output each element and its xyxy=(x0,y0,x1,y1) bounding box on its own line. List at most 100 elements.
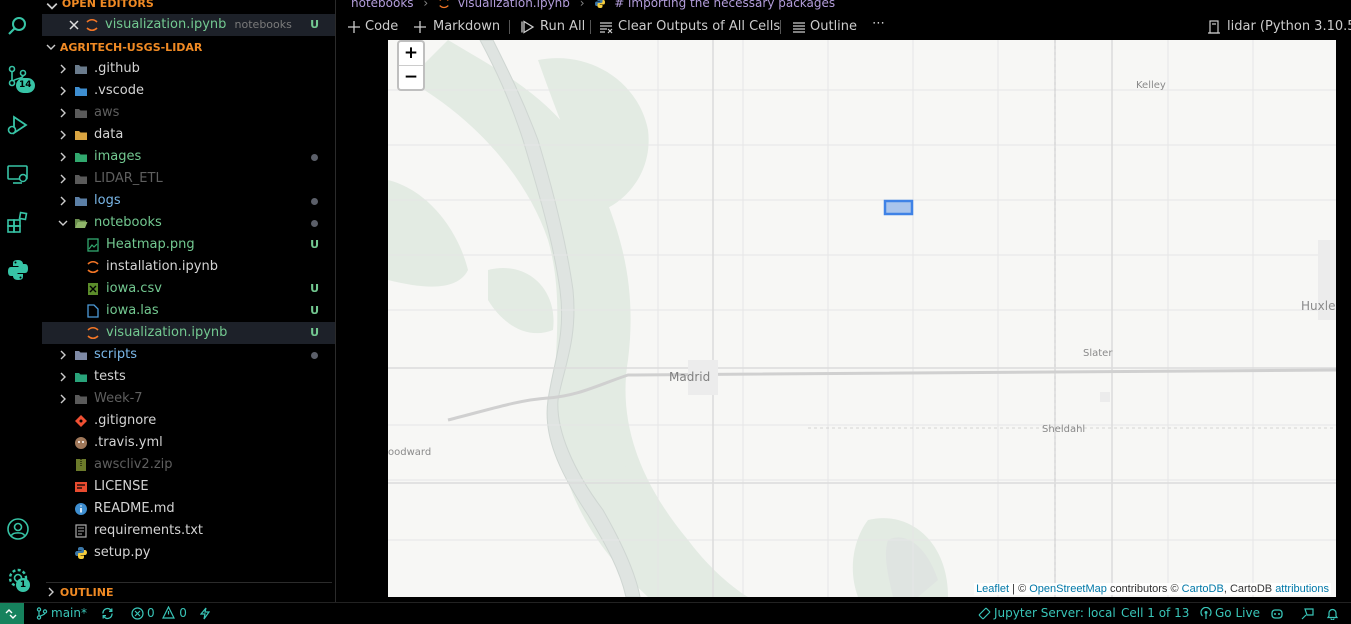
kernel-picker-button[interactable]: lidar (Python 3.10.5) xyxy=(1207,16,1351,38)
chevron-right-icon: › xyxy=(579,0,585,10)
more-actions-label: ⋯ xyxy=(872,16,885,31)
open-editor-item[interactable]: visualization.ipynb notebooks U xyxy=(42,14,335,36)
tree-item-label: .vscode xyxy=(94,83,144,98)
remote-indicator-button[interactable] xyxy=(0,603,24,624)
tree-file-item[interactable]: awscliv2.zip xyxy=(42,454,335,476)
tree-file-item[interactable]: visualization.ipynb U xyxy=(42,322,335,344)
open-editors-label: OPEN EDITORS xyxy=(61,0,154,10)
project-header[interactable]: AGRITECH-USGS-LIDAR xyxy=(46,38,202,58)
open-editors-header[interactable]: OPEN EDITORS xyxy=(46,0,154,14)
remote-explorer-icon[interactable] xyxy=(6,162,30,186)
zoom-out-button[interactable]: − xyxy=(399,66,423,90)
error-count: 0 xyxy=(147,606,155,620)
tree-file-item[interactable]: LICENSE xyxy=(42,476,335,498)
problems-button[interactable]: 0 0 xyxy=(131,603,187,624)
map-basemap xyxy=(388,40,1336,597)
sync-icon xyxy=(102,607,113,620)
cartodb-link[interactable]: CartoDB xyxy=(1182,583,1224,595)
clear-outputs-button[interactable]: Clear Outputs of All Cells xyxy=(599,16,780,38)
chevron-right-icon xyxy=(60,196,66,206)
extensions-icon[interactable] xyxy=(6,210,30,234)
tree-file-item[interactable]: README.md xyxy=(42,498,335,520)
folder-icon xyxy=(75,153,87,162)
add-markdown-cell-button[interactable]: Markdown xyxy=(413,16,500,38)
notebook-file-icon xyxy=(86,18,98,32)
run-all-icon xyxy=(521,20,535,34)
outline-button[interactable]: Outline xyxy=(792,16,857,38)
tree-item-label: .github xyxy=(94,61,140,76)
error-icon xyxy=(131,607,144,620)
open-editor-name: visualization.ipynb xyxy=(105,17,227,32)
breadcrumb-folder[interactable]: notebooks xyxy=(351,0,414,10)
more-actions-button[interactable]: ⋯ xyxy=(872,13,885,35)
folder-icon xyxy=(75,395,87,404)
tree-file-item[interactable]: .gitignore xyxy=(42,410,335,432)
leaflet-link[interactable]: Leaflet xyxy=(976,583,1009,595)
attribution-text: contributors © xyxy=(1106,583,1182,595)
go-live-button[interactable]: Go Live xyxy=(1200,603,1260,624)
notifications-button[interactable] xyxy=(1326,603,1339,624)
folder-icon xyxy=(75,351,87,360)
branch-button[interactable]: main* xyxy=(36,603,87,624)
status-bar: main* 0 0 Jupyter Server: local Cell 1 o… xyxy=(0,602,1351,624)
tree-item-label: LIDAR_ETL xyxy=(94,171,163,186)
travis-file-icon xyxy=(75,437,87,449)
tree-folder-item[interactable]: LIDAR_ETL xyxy=(42,168,335,190)
tree-file-item[interactable]: requirements.txt xyxy=(42,520,335,542)
go-live-label: Go Live xyxy=(1215,606,1260,620)
tree-file-item[interactable]: Heatmap.png U xyxy=(42,234,335,256)
tree-folder-item[interactable]: aws xyxy=(42,102,335,124)
zoom-in-button[interactable]: + xyxy=(399,42,423,66)
broadcast-icon xyxy=(1200,607,1212,619)
tree-folder-item[interactable]: .github xyxy=(42,58,335,80)
chevron-right-icon xyxy=(60,394,66,404)
tree-folder-item[interactable]: .vscode xyxy=(42,80,335,102)
attributions-link[interactable]: attributions xyxy=(1275,583,1329,595)
cell-position-indicator[interactable]: Cell 1 of 13 xyxy=(1121,603,1189,624)
git-status-badge: U xyxy=(310,304,319,317)
breadcrumb-cell[interactable]: # importing the necessary packages xyxy=(614,0,835,10)
search-icon[interactable] xyxy=(6,14,30,38)
close-icon[interactable] xyxy=(69,20,79,30)
tree-folder-item[interactable]: notebooks xyxy=(42,212,335,234)
tree-item-label: README.md xyxy=(94,501,175,516)
tree-file-item[interactable]: setup.py xyxy=(42,542,335,564)
tree-file-item[interactable]: iowa.las U xyxy=(42,300,335,322)
run-debug-icon[interactable] xyxy=(6,113,30,137)
run-all-button[interactable]: Run All xyxy=(521,16,585,38)
tree-file-item[interactable]: installation.ipynb xyxy=(42,256,335,278)
tree-file-item[interactable]: .travis.yml xyxy=(42,432,335,454)
tree-item-label: aws xyxy=(94,105,120,120)
chevron-right-icon xyxy=(60,174,66,184)
place-label: oodward xyxy=(388,447,432,458)
tree-folder-item[interactable]: images xyxy=(42,146,335,168)
tree-file-item[interactable]: iowa.csv U xyxy=(42,278,335,300)
lightning-button[interactable] xyxy=(199,603,211,624)
folder-icon xyxy=(75,197,87,206)
osm-link[interactable]: OpenStreetMap xyxy=(1029,583,1107,595)
outline-header[interactable]: OUTLINE xyxy=(46,582,332,602)
toolbar-divider xyxy=(780,20,781,34)
feedback-button[interactable] xyxy=(1301,603,1314,624)
jupyter-server-button[interactable]: Jupyter Server: local xyxy=(978,603,1116,624)
tree-folder-item[interactable]: Week-7 xyxy=(42,388,335,410)
scm-badge: 14 xyxy=(16,78,35,93)
attribution-text: | © xyxy=(1009,583,1030,595)
selected-area-rectangle xyxy=(883,199,914,216)
modified-dot xyxy=(311,198,318,205)
tree-folder-item[interactable]: scripts xyxy=(42,344,335,366)
source-control-icon[interactable]: 14 xyxy=(6,64,35,93)
tree-folder-item[interactable]: tests xyxy=(42,366,335,388)
leaflet-map[interactable]: Kelley Huxley Slater Madrid Sheldahl ood… xyxy=(388,40,1336,597)
python-icon[interactable] xyxy=(6,258,30,282)
remote-icon xyxy=(5,609,17,619)
account-icon[interactable] xyxy=(6,517,30,541)
place-label: Slater xyxy=(1083,348,1113,359)
add-code-cell-button[interactable]: Code xyxy=(347,16,398,38)
copilot-button[interactable] xyxy=(1270,603,1284,624)
tree-folder-item[interactable]: data xyxy=(42,124,335,146)
breadcrumb-file[interactable]: visualization.ipynb xyxy=(458,0,570,10)
settings-gear-icon[interactable]: 1 xyxy=(6,566,30,592)
tree-folder-item[interactable]: logs xyxy=(42,190,335,212)
sync-button[interactable] xyxy=(101,603,114,624)
